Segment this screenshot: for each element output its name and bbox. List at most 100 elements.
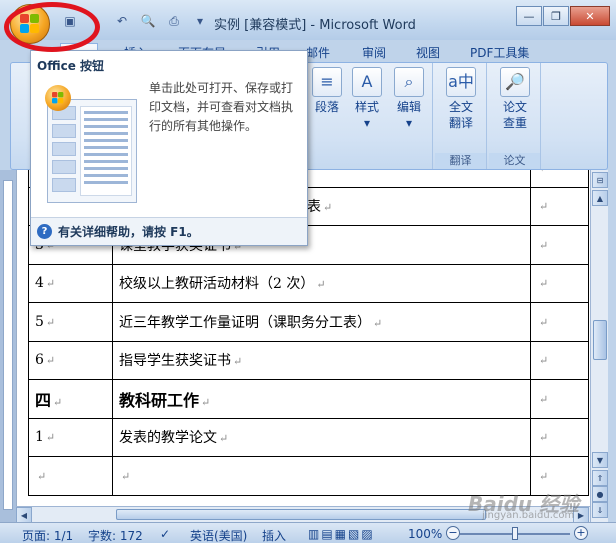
row-extra-cell[interactable]: ↵ bbox=[530, 340, 589, 380]
row-number: 6 bbox=[35, 352, 44, 369]
tab-review[interactable]: 审阅 bbox=[362, 44, 386, 61]
tab-mailings[interactable]: 邮件 bbox=[306, 44, 330, 61]
chevron-down-icon[interactable]: ▾ bbox=[190, 12, 210, 30]
zoom-out-button[interactable]: − bbox=[446, 526, 460, 540]
row-extra-cell[interactable]: ↵ bbox=[530, 379, 589, 419]
row-text-cell[interactable]: 教科研工作 ↵ bbox=[112, 379, 531, 419]
vertical-scrollbar[interactable]: ⊟ ▲ ▼ ⇑ ● ⇓ bbox=[590, 170, 608, 522]
styles-button[interactable]: A 样式 ▾ bbox=[347, 67, 387, 131]
row-text-cell[interactable]: 发表的教学论文 ↵ bbox=[112, 417, 531, 457]
row-number-cell[interactable]: ↵ bbox=[28, 456, 113, 496]
row-text-cell[interactable]: 近三年教学工作量证明（课职务分工表） ↵ bbox=[112, 302, 531, 342]
save-icon[interactable]: ▣ bbox=[60, 12, 80, 30]
vertical-ruler bbox=[0, 170, 16, 522]
ribbon-group-paper: 🔎 论文 查重 论文 bbox=[489, 63, 541, 169]
paragraph-button[interactable]: ≡ 段落 bbox=[307, 67, 347, 115]
row-extra-cell[interactable]: ↵ bbox=[530, 263, 589, 303]
insert-mode[interactable]: 插入 bbox=[262, 527, 286, 543]
window-controls: — ❐ ✕ bbox=[516, 6, 610, 26]
table-row: 5 ↵ 近三年教学工作量证明（课职务分工表） ↵ ↵ bbox=[28, 302, 589, 342]
undo-icon[interactable]: ↶ bbox=[112, 12, 132, 30]
paragraph-mark: ↵ bbox=[45, 315, 56, 329]
row-text: 近三年教学工作量证明（课职务分工表） bbox=[119, 314, 371, 331]
row-extra-cell[interactable]: ↵ bbox=[530, 170, 589, 188]
print-preview-icon[interactable]: 🔍 bbox=[138, 12, 158, 30]
ribbon-group-translate: a中 全文 翻译 翻译 bbox=[435, 63, 487, 169]
row-extra-cell[interactable]: ↵ bbox=[530, 186, 589, 226]
row-text-cell[interactable]: 指导学生获奖证书 ↵ bbox=[112, 340, 531, 380]
group-label-translate: 翻译 bbox=[435, 153, 486, 169]
next-page-icon[interactable]: ⇓ bbox=[592, 502, 608, 518]
styles-icon: A bbox=[352, 67, 382, 97]
page-count[interactable]: 页面: 1/1 bbox=[22, 527, 73, 543]
zoom-slider-thumb[interactable] bbox=[512, 527, 518, 540]
office-menu-preview-image bbox=[47, 99, 137, 203]
zoom-level[interactable]: 100% bbox=[408, 527, 442, 541]
tab-pdf-tools[interactable]: PDF工具集 bbox=[470, 44, 529, 61]
print-icon[interactable]: ⎙ bbox=[164, 12, 184, 30]
select-browse-object-icon[interactable]: ● bbox=[592, 486, 608, 502]
row-number: 4 bbox=[35, 275, 44, 292]
office-button[interactable] bbox=[10, 4, 50, 44]
paragraph-mark: ↵ bbox=[45, 431, 56, 445]
help-icon: ? bbox=[37, 224, 52, 239]
row-text: 指导学生获奖证书 bbox=[119, 353, 231, 370]
scroll-down-icon[interactable]: ▼ bbox=[592, 452, 608, 468]
row-extra-cell[interactable]: ↵ bbox=[530, 417, 589, 457]
office-button-tooltip: Office 按钮 单击此处可打开、保存或打印文档，并可查看对文档执行的所有其他… bbox=[30, 50, 308, 246]
row-text-cell[interactable]: 校级以上教研活动材料（2 次） ↵ bbox=[112, 263, 531, 303]
restore-button[interactable]: ❐ bbox=[543, 6, 569, 26]
paragraph-mark: ↵ bbox=[121, 469, 131, 483]
table-row: 1 ↵ 发表的教学论文 ↵ ↵ bbox=[28, 417, 589, 457]
row-text: 校级以上教研活动材料（2 次） bbox=[119, 276, 315, 293]
paragraph-mark: ↵ bbox=[539, 170, 548, 175]
paragraph-mark: ↵ bbox=[233, 355, 243, 369]
row-number: 四 bbox=[35, 390, 52, 410]
tooltip-help-text: 有关详细帮助，请按 F1。 bbox=[58, 225, 199, 239]
paragraph-mark: ↵ bbox=[539, 354, 549, 368]
ruler-toggle-icon[interactable]: ⊟ bbox=[592, 172, 608, 188]
row-number: 5 bbox=[35, 313, 44, 330]
tab-view[interactable]: 视图 bbox=[416, 44, 440, 61]
paragraph-mark: ↵ bbox=[539, 200, 549, 214]
group-label-paper: 论文 bbox=[489, 153, 540, 169]
quick-access-toolbar: ▣ ↶ 🔍 ⎙ ▾ bbox=[60, 12, 210, 30]
paragraph-mark: ↵ bbox=[45, 354, 56, 368]
row-number-cell[interactable]: 5 ↵ bbox=[28, 302, 113, 342]
language-indicator[interactable]: 英语(美国) bbox=[190, 527, 247, 543]
row-extra-cell[interactable]: ↵ bbox=[530, 225, 589, 265]
paragraph-mark: ↵ bbox=[201, 395, 211, 409]
tooltip-description: 单击此处可打开、保存或打印文档，并可查看对文档执行的所有其他操作。 bbox=[149, 81, 294, 133]
previous-page-icon[interactable]: ⇑ bbox=[592, 470, 608, 486]
title-bar: ▣ ↶ 🔍 ⎙ ▾ 实例 [兼容模式] - Microsoft Word — ❐… bbox=[0, 0, 616, 52]
zoom-in-button[interactable]: + bbox=[574, 526, 588, 540]
scroll-thumb[interactable] bbox=[593, 320, 607, 360]
scroll-left-icon[interactable]: ◀ bbox=[16, 507, 32, 523]
window-title: 实例 [兼容模式] - Microsoft Word bbox=[214, 18, 416, 33]
fulltext-translate-button[interactable]: a中 全文 翻译 bbox=[441, 67, 481, 131]
edit-button[interactable]: ⌕ 编辑 ▾ bbox=[389, 67, 429, 131]
row-text: 教科研工作 bbox=[119, 390, 200, 410]
row-number: 1 bbox=[35, 429, 44, 446]
minimize-button[interactable]: — bbox=[516, 6, 542, 26]
scroll-up-icon[interactable]: ▲ bbox=[592, 190, 608, 206]
tooltip-help-footer: ? 有关详细帮助，请按 F1。 bbox=[31, 217, 307, 245]
paper-lookup-button[interactable]: 🔎 论文 查重 bbox=[495, 67, 535, 131]
row-text: 发表的教学论文 bbox=[119, 430, 217, 447]
paragraph-mark: ↵ bbox=[539, 238, 549, 252]
row-extra-cell[interactable]: ↵ bbox=[530, 302, 589, 342]
word-count[interactable]: 字数: 172 bbox=[88, 527, 143, 543]
row-number-cell[interactable]: 4 ↵ bbox=[28, 263, 113, 303]
row-number-cell[interactable]: 1 ↵ bbox=[28, 417, 113, 457]
table-row: 四 ↵ 教科研工作 ↵ ↵ bbox=[28, 379, 589, 419]
proofing-icon[interactable]: ✓ bbox=[160, 527, 170, 541]
paragraph-mark: ↵ bbox=[219, 432, 229, 446]
row-number-cell[interactable]: 6 ↵ bbox=[28, 340, 113, 380]
view-buttons[interactable]: ▥▤▦▧▨ bbox=[308, 527, 375, 541]
close-button[interactable]: ✕ bbox=[570, 6, 610, 26]
paragraph-mark: ↵ bbox=[323, 201, 333, 215]
table-row: 4 ↵ 校级以上教研活动材料（2 次） ↵ ↵ bbox=[28, 263, 589, 303]
row-number-cell[interactable]: 四 ↵ bbox=[28, 379, 113, 419]
horizontal-scroll-thumb[interactable] bbox=[116, 509, 486, 520]
paragraph-mark: ↵ bbox=[53, 395, 63, 409]
